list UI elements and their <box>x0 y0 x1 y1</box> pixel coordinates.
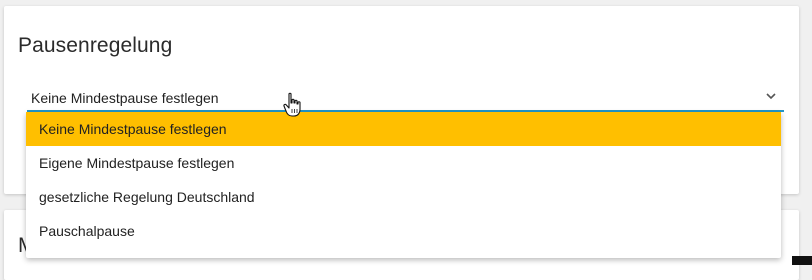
dropdown-option-eigene-mindestpause[interactable]: Eigene Mindestpause festlegen <box>26 146 781 180</box>
dropdown-option-pauschalpause[interactable]: Pauschalpause <box>26 214 781 248</box>
dropdown-option-keine-mindestpause[interactable]: Keine Mindestpause festlegen <box>26 112 781 146</box>
pause-rule-dropdown-menu: Keine Mindestpause festlegen Eigene Mind… <box>26 112 781 258</box>
dropdown-option-gesetzliche-regelung[interactable]: gesetzliche Regelung Deutschland <box>26 180 781 214</box>
corner-overlay-block <box>792 256 812 265</box>
chevron-down-icon[interactable] <box>764 89 778 103</box>
select-current-value: Keine Mindestpause festlegen <box>31 90 219 106</box>
hand-pointer-cursor-icon <box>283 92 301 117</box>
section-title: Pausenregelung <box>18 34 173 57</box>
pause-rule-select[interactable]: Keine Mindestpause festlegen <box>27 86 784 112</box>
